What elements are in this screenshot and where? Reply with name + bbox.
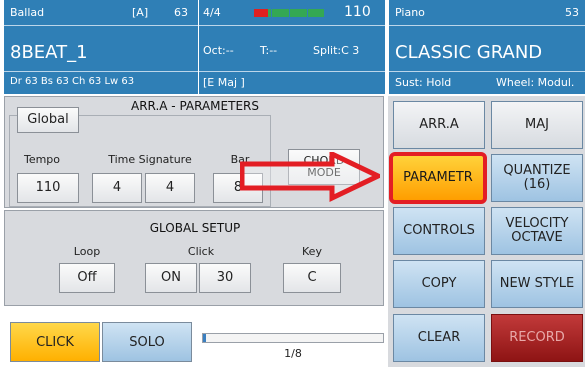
- velocity-octave-button[interactable]: VELOCITY OCTAVE: [491, 207, 583, 255]
- style-name: Ballad: [10, 6, 45, 19]
- arrow-right-icon: [240, 152, 380, 202]
- parametr-button[interactable]: PARAMETR: [389, 152, 487, 204]
- time-signature: 4/4: [203, 6, 221, 19]
- click-volume-field[interactable]: 30: [199, 263, 251, 293]
- velocity-label: VELOCITY: [505, 215, 569, 231]
- style-title: 8BEAT_1: [10, 42, 88, 63]
- voice-number: 53: [565, 6, 579, 19]
- style-tempo-num: 63: [174, 6, 188, 19]
- octave-value: Oct:--: [203, 44, 234, 57]
- click-label: Click: [187, 245, 215, 258]
- click-button[interactable]: CLICK: [10, 322, 100, 362]
- quantize-label: QUANTIZE: [503, 162, 571, 178]
- loop-label: Loop: [73, 245, 101, 258]
- voice-name: Piano: [395, 6, 425, 19]
- global-setup-title: GLOBAL SETUP: [149, 221, 241, 235]
- timesig-numerator-field[interactable]: 4: [92, 173, 142, 203]
- loop-field[interactable]: Off: [59, 263, 115, 293]
- new-style-button[interactable]: NEW STYLE: [491, 260, 583, 308]
- timesig-denominator-field[interactable]: 4: [145, 173, 195, 203]
- key-label: Key: [302, 245, 322, 258]
- controls-button[interactable]: CONTROLS: [393, 207, 485, 255]
- style-volumes: Dr 63 Bs 63 Ch 63 Lw 63: [10, 76, 135, 87]
- maj-button[interactable]: MAJ: [491, 101, 583, 149]
- click-on-field[interactable]: ON: [145, 263, 197, 293]
- voice-title: CLASSIC GRAND: [395, 42, 543, 63]
- tempo-field[interactable]: 110: [17, 173, 79, 203]
- quantize-value: (16): [523, 177, 551, 192]
- quantize-button[interactable]: QUANTIZE (16): [491, 154, 583, 202]
- chord-display: [E Maj ]: [203, 76, 245, 89]
- timesig-label: Time Signature: [108, 153, 192, 166]
- style-info-panel[interactable]: Ballad [A] 63 8BEAT_1 Dr 63 Bs 63 Ch 63 …: [4, 0, 198, 94]
- wheel-value: Wheel: Modul.: [496, 76, 575, 89]
- sustain-value: Sust: Hold: [395, 76, 452, 89]
- copy-button[interactable]: COPY: [393, 260, 485, 308]
- voice-info-panel[interactable]: Piano 53 CLASSIC GRAND Sust: Hold Wheel:…: [389, 0, 585, 94]
- solo-button[interactable]: SOLO: [102, 322, 192, 362]
- tempo-value: 110: [344, 4, 371, 20]
- clear-button[interactable]: CLEAR: [393, 314, 485, 362]
- tempo-label: Tempo: [23, 153, 61, 166]
- key-field[interactable]: C: [283, 263, 341, 293]
- style-variation: [A]: [132, 6, 149, 19]
- position-text: 1/8: [284, 347, 302, 360]
- global-setup-panel: GLOBAL SETUP Loop Off Click ON 30 Key C: [4, 210, 384, 306]
- performance-info-panel: 4/4 110 Oct:-- T:-- Split:C 3 [E Maj ]: [199, 0, 385, 94]
- global-tab[interactable]: Global: [17, 107, 79, 133]
- record-button[interactable]: RECORD: [491, 314, 583, 362]
- beat-indicator: [254, 9, 324, 17]
- position-progress-bar[interactable]: [202, 333, 384, 343]
- arr-a-button[interactable]: ARR.A: [393, 101, 485, 149]
- transpose-value: T:--: [260, 44, 278, 57]
- octave-label: OCTAVE: [511, 230, 563, 245]
- split-value: Split:C 3: [313, 44, 360, 57]
- position-progress-fill: [203, 334, 206, 342]
